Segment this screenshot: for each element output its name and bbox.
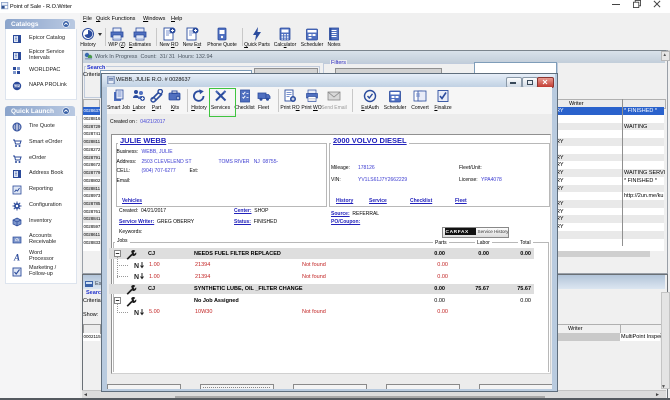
svg-text:A: A xyxy=(13,252,20,262)
svg-text:NAPA: NAPA xyxy=(13,84,21,88)
svg-text:N: N xyxy=(134,310,139,316)
svg-text:$: $ xyxy=(16,238,18,242)
svg-text:N: N xyxy=(134,263,139,269)
svg-text:N: N xyxy=(134,274,139,280)
